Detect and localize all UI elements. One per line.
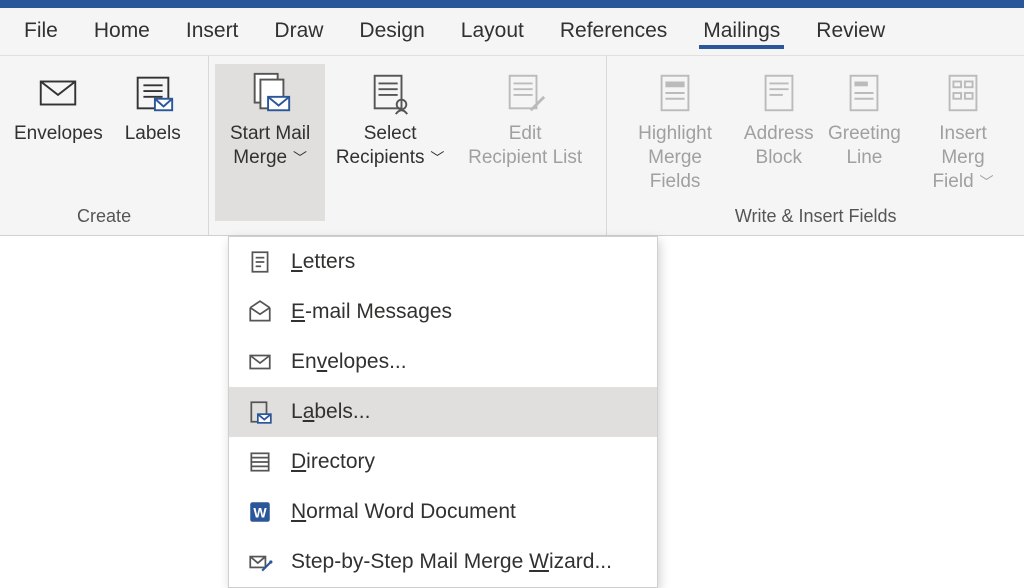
group-write-insert-label: Write & Insert Fields (613, 200, 1018, 235)
group-start-mail-merge: Start Mail Merge ﹀ Select Recipients ﹀ E… (209, 56, 607, 235)
greeting-line-label: Greeting Line (828, 122, 901, 170)
tab-file[interactable]: File (6, 9, 76, 55)
title-bar (0, 0, 1024, 8)
labels-menu-icon (247, 399, 273, 425)
directory-icon (247, 449, 273, 475)
menu-item-normal-document[interactable]: W Normal Word Document (229, 487, 657, 537)
menu-item-letters-label: Letters (291, 250, 355, 274)
svg-text:W: W (253, 504, 267, 520)
tab-draw[interactable]: Draw (256, 9, 341, 55)
group-write-insert: Highlight Merge Fields Address Block Gre… (607, 56, 1024, 235)
menu-item-wizard[interactable]: Step-by-Step Mail Merge Wizard... (229, 537, 657, 587)
edit-recipient-list-label: Edit Recipient List (468, 122, 582, 170)
tab-references[interactable]: References (542, 9, 685, 55)
tab-mailings[interactable]: Mailings (685, 9, 798, 55)
tab-design[interactable]: Design (341, 9, 442, 55)
group-create: Envelopes Labels Create (0, 56, 209, 235)
tab-layout[interactable]: Layout (443, 9, 542, 55)
envelopes-label: Envelopes (14, 122, 103, 146)
start-mail-merge-label: Start Mail Merge ﹀ (230, 122, 310, 170)
chevron-down-icon: ﹀ (427, 150, 445, 166)
select-recipients-icon (367, 70, 413, 116)
highlight-merge-fields-icon (652, 70, 698, 116)
select-recipients-label: Select Recipients ﹀ (336, 122, 445, 170)
word-icon: W (247, 499, 273, 525)
wizard-icon (247, 549, 273, 575)
labels-label: Labels (125, 122, 181, 146)
tab-insert[interactable]: Insert (168, 9, 257, 55)
select-recipients-button[interactable]: Select Recipients ﹀ (325, 64, 455, 221)
menu-item-envelopes[interactable]: Envelopes... (229, 337, 657, 387)
envelopes-icon (247, 349, 273, 375)
menu-item-email[interactable]: E-mail Messages (229, 287, 657, 337)
start-mail-merge-icon (247, 70, 293, 116)
edit-recipient-list-icon (502, 70, 548, 116)
menu-item-letters[interactable]: Letters (229, 237, 657, 287)
envelope-icon (35, 70, 81, 116)
address-block-button: Address Block (737, 64, 821, 200)
insert-merge-field-icon (940, 70, 986, 116)
labels-button[interactable]: Labels (111, 64, 195, 200)
chevron-down-icon: ﹀ (976, 174, 994, 190)
envelopes-button[interactable]: Envelopes (6, 64, 111, 200)
insert-merge-field-label: Insert Merg Field ﹀ (916, 122, 1010, 193)
menu-item-directory[interactable]: Directory (229, 437, 657, 487)
letters-icon (247, 249, 273, 275)
ribbon-tabs: File Home Insert Draw Design Layout Refe… (0, 8, 1024, 56)
start-mail-merge-button[interactable]: Start Mail Merge ﹀ (215, 64, 325, 221)
address-block-label: Address Block (744, 122, 814, 170)
email-icon (247, 299, 273, 325)
group-create-label: Create (6, 200, 202, 235)
labels-icon (130, 70, 176, 116)
menu-item-wizard-label: Step-by-Step Mail Merge Wizard... (291, 550, 612, 574)
ribbon: Envelopes Labels Create Start Mail Merge… (0, 56, 1024, 236)
address-block-icon (756, 70, 802, 116)
edit-recipient-list-button: Edit Recipient List (455, 64, 595, 221)
insert-merge-field-button: Insert Merg Field ﹀ (908, 64, 1018, 200)
menu-item-labels-label: Labels... (291, 400, 370, 424)
greeting-line-icon (841, 70, 887, 116)
menu-item-envelopes-label: Envelopes... (291, 350, 407, 374)
chevron-down-icon: ﹀ (289, 150, 307, 166)
group-start-label (215, 221, 600, 235)
menu-item-directory-label: Directory (291, 450, 375, 474)
tab-home[interactable]: Home (76, 9, 168, 55)
start-mail-merge-dropdown: Letters E-mail Messages Envelopes... Lab… (228, 236, 658, 588)
highlight-merge-fields-button: Highlight Merge Fields (613, 64, 736, 200)
menu-item-email-label: E-mail Messages (291, 300, 452, 324)
tab-review[interactable]: Review (798, 9, 903, 55)
highlight-merge-fields-label: Highlight Merge Fields (621, 122, 728, 193)
menu-item-labels[interactable]: Labels... (229, 387, 657, 437)
greeting-line-button: Greeting Line (821, 64, 908, 200)
menu-item-normal-document-label: Normal Word Document (291, 500, 516, 524)
